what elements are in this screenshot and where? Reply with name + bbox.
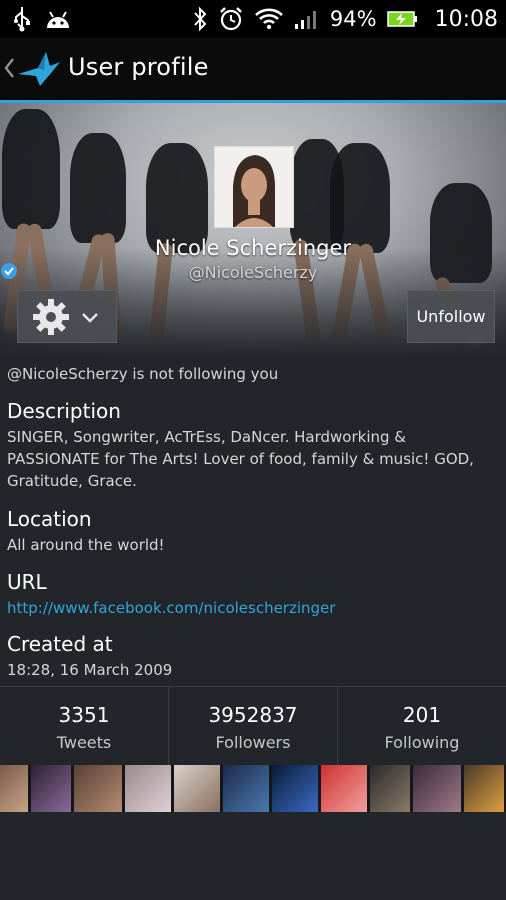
bluetooth-icon (194, 6, 207, 32)
media-thumbnail[interactable] (413, 765, 461, 812)
chevron-down-icon (82, 313, 98, 323)
tweets-count: 3351 (58, 703, 110, 727)
media-thumbnail[interactable] (464, 765, 504, 812)
stats-row: 3351 Tweets 3952837 Followers 201 Follow… (0, 686, 506, 765)
tweets-stat[interactable]: 3351 Tweets (0, 687, 169, 765)
media-thumbnail[interactable] (174, 765, 220, 812)
url-label: URL (7, 570, 47, 594)
followers-stat[interactable]: 3952837 Followers (169, 687, 338, 765)
usb-icon (14, 7, 30, 32)
battery-percent: 94% (329, 7, 377, 31)
gear-icon (33, 299, 69, 335)
media-thumbnail[interactable] (370, 765, 410, 812)
followers-count: 3952837 (208, 703, 298, 727)
action-bar: User profile (0, 38, 506, 103)
created-at-label: Created at (7, 632, 113, 656)
media-thumbnail[interactable] (125, 765, 171, 812)
alarm-icon (220, 7, 242, 31)
android-icon (47, 11, 69, 28)
follow-status-text: @NicoleScherzy is not following you (7, 365, 279, 383)
unfollow-button[interactable]: Unfollow (407, 290, 495, 343)
location-value: All around the world! (7, 536, 165, 554)
profile-handle: @NicoleScherzy (188, 263, 318, 282)
url-link[interactable]: http://www.facebook.com/nicolescherzinge… (7, 597, 497, 619)
verified-badge-icon (1, 263, 17, 279)
bird-logo-icon[interactable] (16, 50, 62, 88)
signal-icon (294, 11, 316, 29)
following-count: 201 (402, 703, 442, 727)
tweets-label: Tweets (56, 733, 112, 752)
wifi-icon (255, 8, 283, 30)
following-label: Following (384, 733, 460, 752)
media-thumbnail[interactable] (223, 765, 269, 812)
media-thumbnail[interactable] (31, 765, 71, 812)
description-label: Description (7, 399, 121, 423)
profile-avatar[interactable] (214, 146, 294, 228)
profile-name: Nicole Scherzinger (154, 236, 352, 260)
followers-label: Followers (215, 733, 291, 752)
battery-charging-icon (386, 11, 417, 27)
description-value: SINGER, Songwriter, AcTrEss, DaNcer. Har… (7, 428, 474, 490)
media-thumbnail[interactable] (0, 765, 28, 812)
back-chevron-icon[interactable] (3, 56, 15, 80)
screen-title: User profile (68, 53, 209, 81)
media-thumbnail[interactable] (74, 765, 122, 812)
following-stat[interactable]: 201 Following (338, 687, 506, 765)
created-at-value: 18:28, 16 March 2009 (7, 661, 173, 679)
status-bar: 94% 10:08 (0, 0, 506, 38)
media-thumbnail[interactable] (321, 765, 367, 812)
media-thumbnail-strip (0, 765, 506, 812)
settings-dropdown-button[interactable] (17, 290, 117, 343)
clock: 10:08 (434, 6, 498, 32)
avatar-image (215, 147, 293, 227)
media-thumbnail[interactable] (272, 765, 318, 812)
location-label: Location (7, 507, 92, 531)
